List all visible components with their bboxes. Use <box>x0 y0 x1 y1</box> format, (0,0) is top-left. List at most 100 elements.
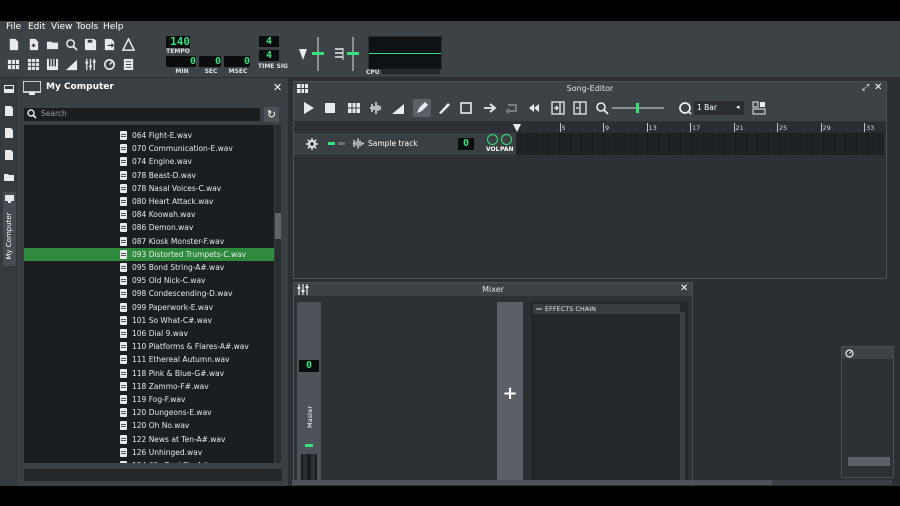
close-song-editor-icon[interactable]: ✕ <box>874 82 882 93</box>
file-list-item[interactable]: 086 Demon.wav <box>24 221 274 234</box>
file-list-item[interactable]: 099 Paperwork-E.wav <box>24 301 274 314</box>
file-list-item[interactable]: 078 Nasal Voices-C.wav <box>24 182 274 195</box>
snap-icon[interactable] <box>750 99 768 117</box>
audio-file-icon <box>120 329 127 338</box>
file-list-item[interactable]: 134 60s Backflip-A#.wav <box>24 459 274 463</box>
add-channel-button[interactable]: + <box>497 302 523 485</box>
effects-enable-toggle[interactable] <box>536 308 542 310</box>
file-list-scrollbar[interactable] <box>275 125 281 463</box>
stop-icon[interactable] <box>321 99 339 117</box>
mixer-icon[interactable] <box>83 57 97 71</box>
menu-help[interactable]: Help <box>103 21 124 33</box>
zoom-select[interactable]: 1 Bar ◂ <box>694 101 744 115</box>
file-list-item[interactable]: 119 Fog-F.wav <box>24 393 274 406</box>
file-list-item[interactable]: 126 Unhinged.wav <box>24 446 274 459</box>
track-pattern-area[interactable] <box>516 133 884 155</box>
root-directory-icon[interactable] <box>4 150 14 162</box>
search-input[interactable]: Search <box>24 108 260 121</box>
file-list-item[interactable]: 098 Condescending-D.wav <box>24 287 274 300</box>
file-list-item[interactable]: 120 Dungeons-E.wav <box>24 406 274 419</box>
my-home-icon[interactable] <box>4 128 14 140</box>
recent-projects-icon[interactable] <box>64 37 78 51</box>
track-settings-gear-icon[interactable] <box>306 138 318 152</box>
rewind-icon[interactable] <box>525 99 543 117</box>
tempo-label: TEMPO <box>166 48 190 55</box>
automation-editor-icon[interactable] <box>64 57 78 71</box>
menu-view[interactable]: View <box>51 21 72 33</box>
my-samples-icon[interactable] <box>4 84 14 96</box>
file-list-item[interactable]: 093 Distorted Trumpets-C.wav <box>24 247 274 261</box>
maximize-icon[interactable]: ⤢ <box>862 83 869 93</box>
minimized-window-button[interactable] <box>848 457 890 466</box>
file-list-item[interactable]: 095 Bond String-A#.wav <box>24 261 274 274</box>
file-list-item[interactable]: 080 Heart Attack.wav <box>24 195 274 208</box>
file-list-item[interactable]: 111 Ethereal Autumn.wav <box>24 353 274 366</box>
save-icon[interactable] <box>83 37 97 51</box>
file-list-item[interactable]: 074 Engine.wav <box>24 155 274 168</box>
file-list-item[interactable]: 064 Fight-E.wav <box>24 129 274 142</box>
timesig-numerator[interactable]: 4 <box>259 36 279 47</box>
export-tracks-icon[interactable] <box>121 37 135 51</box>
file-list: 064 Fight-E.wav 070 Communication-E.wav 07… <box>24 125 274 463</box>
tempo-display[interactable]: 140 <box>166 36 190 48</box>
master-mute-button[interactable] <box>305 444 313 447</box>
remove-bar-icon[interactable] <box>571 99 589 117</box>
master-volume-slider[interactable] <box>311 37 325 71</box>
project-notes-icon[interactable] <box>121 57 135 71</box>
workspace-scrollbar[interactable] <box>292 480 892 485</box>
minimized-window[interactable] <box>841 346 894 478</box>
master-fader[interactable] <box>301 454 317 483</box>
file-list-item[interactable]: 101 So What-C#.wav <box>24 314 274 327</box>
file-list-item[interactable]: 078 Beast-D.wav <box>24 169 274 182</box>
mute-button[interactable] <box>328 142 335 145</box>
new-from-template-icon[interactable] <box>26 37 40 51</box>
file-list-item[interactable]: 120 Oh No.wav <box>24 419 274 432</box>
file-list-item[interactable]: 070 Communication-E.wav <box>24 142 274 155</box>
insert-bar-icon[interactable] <box>549 99 567 117</box>
solo-button[interactable] <box>338 142 345 145</box>
my-computer-tab[interactable]: My Computer <box>3 192 16 266</box>
menu-tools[interactable]: Tools <box>76 21 98 33</box>
file-list-item[interactable]: 084 Koowah.wav <box>24 208 274 221</box>
file-list-item[interactable]: 087 Kiosk Monster-F.wav <box>24 235 274 248</box>
effects-scrollbar[interactable] <box>680 312 685 482</box>
file-list-item[interactable]: 122 News at Ten-A#.wav <box>24 433 274 446</box>
zoom-slider[interactable] <box>612 103 664 113</box>
file-list-item[interactable]: 106 Dial 9.wav <box>24 327 274 340</box>
refresh-button[interactable]: ↻ <box>264 107 279 122</box>
timeline-ruler[interactable]: 5 9 13 17 21 25 29 33 <box>516 122 884 133</box>
timesig-denominator[interactable]: 4 <box>259 50 279 61</box>
piano-roll-icon[interactable] <box>45 57 59 71</box>
song-editor-icon[interactable] <box>6 57 20 71</box>
add-automation-track-icon[interactable] <box>389 99 407 117</box>
add-sample-track-icon[interactable] <box>367 99 385 117</box>
effects-chain-header[interactable]: EFFECTS CHAIN <box>533 304 680 314</box>
menu-edit[interactable]: Edit <box>28 21 45 33</box>
close-file-browser-icon[interactable]: ✕ <box>273 81 282 94</box>
track-name[interactable]: Sample track <box>368 139 418 148</box>
play-icon[interactable] <box>299 99 317 117</box>
draw-mode-icon[interactable] <box>413 99 431 117</box>
master-channel-strip[interactable]: 0 Master <box>297 302 321 485</box>
add-beat-track-icon[interactable] <box>345 99 363 117</box>
master-pitch-slider[interactable] <box>346 37 360 71</box>
file-list-item[interactable]: 118 Zammo-F#.wav <box>24 380 274 393</box>
edit-mode-icon[interactable] <box>457 99 475 117</box>
pan-knob[interactable] <box>501 134 512 145</box>
file-list-item[interactable]: 095 Old Nick-C.wav <box>24 274 274 287</box>
new-project-icon[interactable] <box>6 37 20 51</box>
file-list-item[interactable]: 118 Pink & Blue-G#.wav <box>24 367 274 380</box>
folder-icon[interactable] <box>4 172 14 184</box>
my-presets-icon[interactable] <box>4 106 14 118</box>
controller-rack-icon[interactable] <box>102 57 116 71</box>
menu-file[interactable]: File <box>6 21 21 33</box>
file-list-item[interactable]: 110 Platforms & Flares-A#.wav <box>24 340 274 353</box>
open-project-icon[interactable] <box>45 37 59 51</box>
auto-scroll-icon[interactable] <box>481 99 499 117</box>
export-icon[interactable] <box>102 37 116 51</box>
beat-editor-icon[interactable] <box>26 57 40 71</box>
loop-points-icon[interactable] <box>503 99 521 117</box>
volume-knob[interactable] <box>487 134 498 145</box>
knife-mode-icon[interactable] <box>435 99 453 117</box>
close-mixer-icon[interactable]: ✕ <box>680 283 688 294</box>
